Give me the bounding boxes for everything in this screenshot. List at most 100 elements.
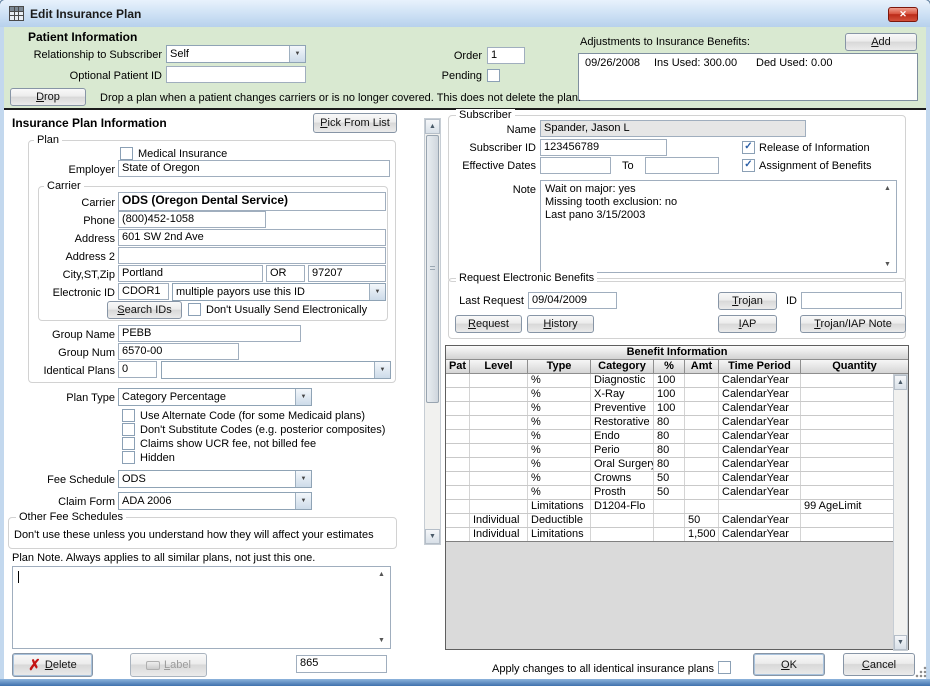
effective-to-field[interactable] (645, 157, 719, 174)
electronic-id-field[interactable]: CDOR1 (118, 283, 169, 300)
relationship-dropdown[interactable]: Self ▼ (166, 45, 306, 63)
benefit-column-header: Type (528, 360, 591, 373)
scroll-down-icon[interactable]: ▼ (894, 635, 907, 650)
subscriber-id-field[interactable]: 123456789 (540, 139, 667, 156)
table-cell: CalendarYear (719, 388, 801, 401)
phone-field[interactable]: (800)452-1058 (118, 211, 266, 228)
table-cell (685, 458, 719, 471)
payor-dropdown[interactable]: multiple payors use this ID ▼ (172, 283, 386, 301)
apply-changes-checkbox[interactable] (718, 661, 731, 674)
optional-id-field[interactable] (166, 66, 306, 83)
table-row[interactable]: %X-Ray100CalendarYear (446, 388, 893, 402)
search-ids-button[interactable]: Search IDs (107, 301, 182, 319)
pick-from-list-button[interactable]: Pick From List (313, 113, 397, 133)
identical-plans-dropdown[interactable]: ▼ (161, 361, 391, 379)
table-row[interactable]: %Crowns50CalendarYear (446, 472, 893, 486)
scroll-down-icon[interactable]: ▼ (881, 261, 894, 268)
label-button[interactable]: Label (130, 653, 207, 677)
trojan-button[interactable]: Trojan (718, 292, 777, 310)
check-icon: ✓ (744, 159, 752, 170)
panel-scrollbar[interactable]: ▲ ▼ (424, 118, 441, 545)
scroll-up-icon[interactable]: ▲ (894, 375, 907, 390)
table-cell: CalendarYear (719, 472, 801, 485)
table-cell: Diagnostic (591, 374, 654, 387)
ok-button[interactable]: OK (753, 653, 825, 676)
table-cell (654, 500, 685, 513)
scroll-down-icon[interactable]: ▼ (375, 637, 388, 644)
dont-send-electronically-checkbox[interactable] (188, 303, 201, 316)
other-fee-schedules-label: Other Fee Schedules (16, 511, 126, 523)
table-row[interactable]: LimitationsD1204-Flo99 AgeLimit (446, 500, 893, 514)
medical-insurance-checkbox[interactable] (120, 147, 133, 160)
title-bar[interactable]: Edit Insurance Plan ✕ (0, 0, 930, 28)
city-field[interactable]: Portland (118, 265, 263, 282)
pending-label: Pending (428, 70, 482, 82)
table-row[interactable]: IndividualLimitations1,500CalendarYear (446, 528, 893, 541)
scrollbar-thumb[interactable] (426, 135, 439, 403)
table-row[interactable]: %Preventive100CalendarYear (446, 402, 893, 416)
last-request-field[interactable]: 09/04/2009 (528, 292, 617, 309)
scroll-up-icon[interactable]: ▲ (881, 185, 894, 192)
assignment-of-benefits-checkbox[interactable]: ✓ (742, 159, 755, 172)
table-cell (446, 444, 470, 457)
trojan-iap-note-button[interactable]: Trojan/IAP Note (800, 315, 906, 333)
scrollbar-grip (430, 266, 435, 272)
adjustments-listbox[interactable]: 09/26/2008 Ins Used: 300.00 Ded Used: 0.… (578, 53, 918, 101)
benefit-information-grid[interactable]: Benefit Information PatLevelTypeCategory… (445, 345, 909, 650)
scroll-up-icon[interactable]: ▲ (375, 571, 388, 578)
dont-substitute-codes-checkbox[interactable] (122, 423, 135, 436)
scroll-up-icon[interactable]: ▲ (425, 119, 440, 134)
group-num-label: Group Num (20, 347, 115, 359)
identical-plans-label: Identical Plans (20, 365, 115, 377)
table-cell: D1204-Flo (591, 500, 654, 513)
claim-form-dropdown[interactable]: ADA 2006 ▼ (118, 492, 312, 510)
benefit-grid-rows: %Diagnostic100CalendarYear%X-Ray100Calen… (446, 374, 893, 542)
subscriber-note-textarea[interactable]: Wait on major: yes Missing tooth exclusi… (540, 180, 897, 273)
iap-button[interactable]: IAP (718, 315, 777, 333)
address-field[interactable]: 601 SW 2nd Ave (118, 229, 386, 246)
use-alternate-code-checkbox[interactable] (122, 409, 135, 422)
claims-show-ucr-checkbox[interactable] (122, 437, 135, 450)
plan-num-field[interactable]: 865 (296, 655, 387, 673)
state-field[interactable]: OR (266, 265, 305, 282)
scroll-down-icon[interactable]: ▼ (425, 529, 440, 544)
group-name-field[interactable]: PEBB (118, 325, 301, 342)
table-row[interactable]: %Perio80CalendarYear (446, 444, 893, 458)
table-row[interactable]: %Oral Surgery80CalendarYear (446, 458, 893, 472)
table-cell (801, 528, 893, 541)
plan-note-textarea[interactable]: ▲ ▼ (12, 566, 391, 649)
employer-field[interactable]: State of Oregon (118, 160, 390, 177)
pending-checkbox[interactable] (487, 69, 500, 82)
order-field[interactable]: 1 (487, 47, 525, 64)
carrier-field[interactable]: ODS (Oregon Dental Service) (118, 192, 386, 211)
resize-grip[interactable] (915, 666, 927, 678)
table-row[interactable]: %Restorative80CalendarYear (446, 416, 893, 430)
fee-schedule-dropdown[interactable]: ODS ▼ (118, 470, 312, 488)
add-adjustment-button[interactable]: Add (845, 33, 917, 51)
table-row[interactable]: %Prosth50CalendarYear (446, 486, 893, 500)
hidden-checkbox[interactable] (122, 451, 135, 464)
table-cell (470, 374, 528, 387)
release-of-information-checkbox[interactable]: ✓ (742, 141, 755, 154)
request-button[interactable]: Request (455, 315, 522, 333)
trojan-id-field[interactable] (801, 292, 902, 309)
group-num-field[interactable]: 6570-00 (118, 343, 239, 360)
delete-button[interactable]: ✗ Delete (12, 653, 93, 677)
close-button[interactable]: ✕ (888, 7, 918, 22)
table-row[interactable]: %Diagnostic100CalendarYear (446, 374, 893, 388)
address2-field[interactable] (118, 247, 386, 264)
grid-scrollbar[interactable]: ▲ ▼ (893, 374, 908, 651)
effective-from-field[interactable] (540, 157, 611, 174)
cancel-button[interactable]: Cancel (843, 653, 915, 676)
identical-plans-field[interactable]: 0 (118, 361, 157, 378)
plan-type-dropdown[interactable]: Category Percentage ▼ (118, 388, 312, 406)
drop-button[interactable]: Drop (10, 88, 86, 106)
table-cell: 50 (654, 486, 685, 499)
plan-type-value: Category Percentage (119, 389, 295, 405)
table-cell: 80 (654, 458, 685, 471)
zip-field[interactable]: 97207 (308, 265, 386, 282)
table-row[interactable]: %Endo80CalendarYear (446, 430, 893, 444)
fee-schedule-value: ODS (119, 471, 295, 487)
history-button[interactable]: History (527, 315, 594, 333)
table-row[interactable]: IndividualDeductible50CalendarYear (446, 514, 893, 528)
